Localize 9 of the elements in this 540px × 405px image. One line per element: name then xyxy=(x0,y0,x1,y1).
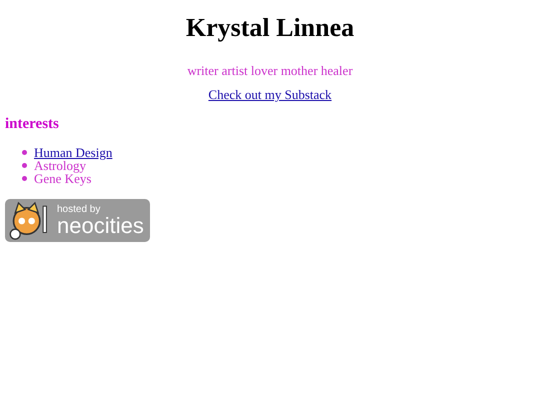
badge-caption: hosted by xyxy=(57,204,102,214)
page-title: Krystal Linnea xyxy=(186,12,354,43)
interest-link[interactable]: Human Design xyxy=(34,146,112,159)
tagline: writer artist lover mother healer xyxy=(187,63,353,78)
badge-brand: neocities xyxy=(57,214,144,236)
substack-link[interactable]: Check out my Substack xyxy=(208,87,332,102)
section-heading: interests xyxy=(5,116,60,133)
interest-item: Astrology xyxy=(34,159,86,172)
interest-item: Gene Keys xyxy=(34,172,92,185)
